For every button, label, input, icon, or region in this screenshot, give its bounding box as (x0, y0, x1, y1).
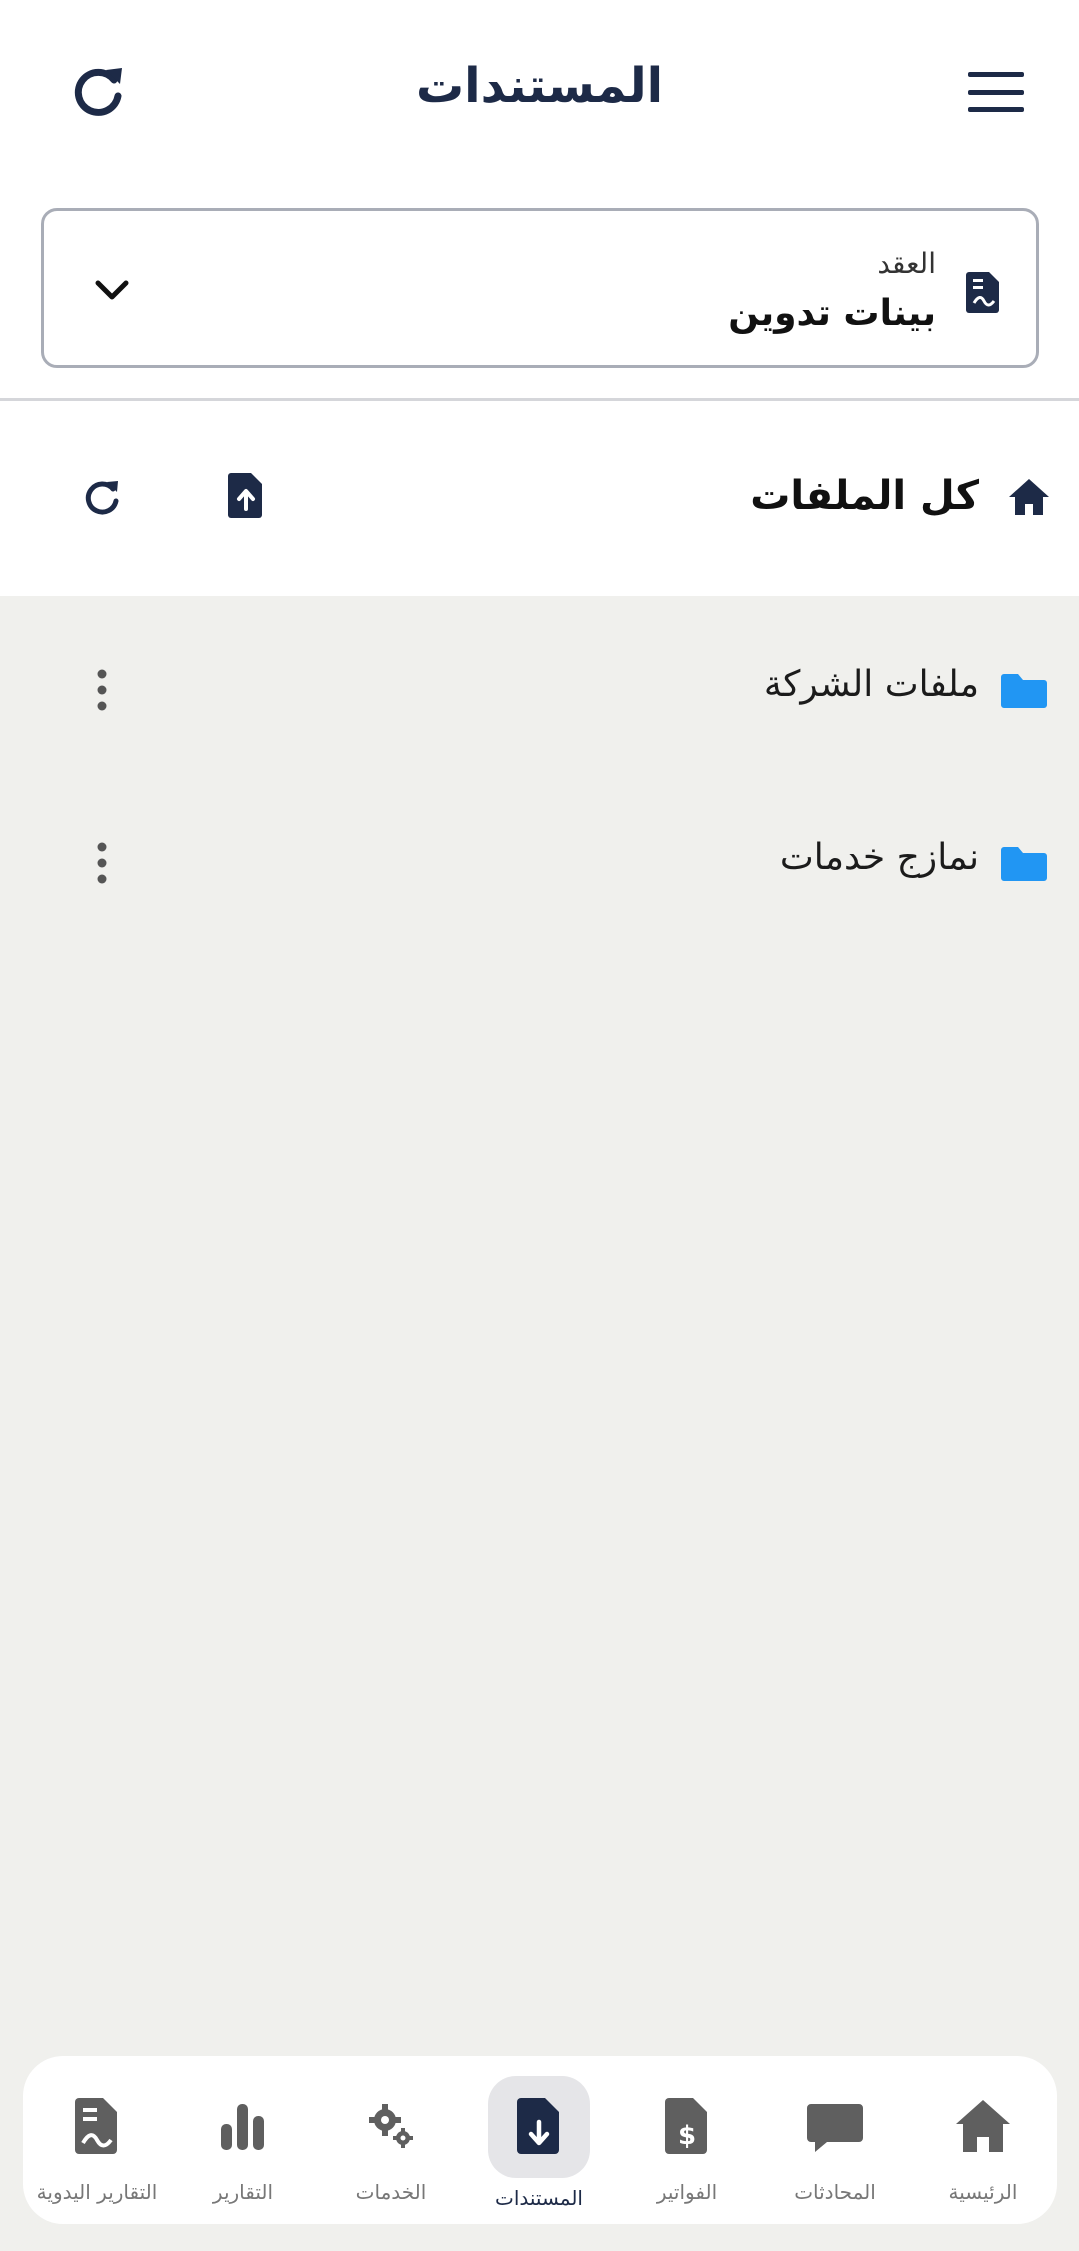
gears-icon (369, 2104, 413, 2148)
nav-item-manual-reports[interactable]: التقارير اليدوية (23, 2056, 171, 2224)
folder-icon (1001, 674, 1047, 708)
nav-item-reports[interactable]: التقارير (169, 2056, 317, 2224)
files-toolbar: كل الملفات (0, 401, 1079, 596)
list-item[interactable]: ملفات الشركة (0, 596, 1079, 769)
more-vertical-icon[interactable] (92, 841, 112, 885)
refresh-icon[interactable] (68, 62, 128, 122)
file-report-icon (75, 2098, 117, 2154)
file-download-icon (517, 2098, 559, 2154)
contract-document-icon (966, 272, 999, 313)
top-header: المستندات العقد بينات تدوين (0, 0, 1079, 400)
nav-item-home[interactable]: الرئيسية (909, 2056, 1057, 2224)
bottom-navigation: الرئيسية المحادثات $ الفواتير المستندات (23, 2056, 1057, 2224)
folder-name: نمازج خدمات (779, 837, 979, 878)
nav-label: الرئيسية (948, 2180, 1018, 2204)
list-item[interactable]: نمازج خدمات (0, 769, 1079, 942)
home-icon[interactable] (1007, 477, 1051, 517)
nav-label: التقارير (212, 2180, 274, 2204)
contract-selector[interactable]: العقد بينات تدوين (41, 208, 1039, 368)
home-icon (956, 2100, 1010, 2152)
folder-icon (1001, 847, 1047, 881)
documents-screen: المستندات العقد بينات تدوين كل الملفات م… (0, 0, 1079, 2251)
file-upload-icon[interactable] (228, 471, 264, 519)
more-vertical-icon[interactable] (92, 668, 112, 712)
folder-name: ملفات الشركة (763, 664, 979, 705)
nav-item-services[interactable]: الخدمات (317, 2056, 465, 2224)
nav-item-documents[interactable]: المستندات (465, 2056, 613, 2224)
nav-label: الخدمات (355, 2180, 427, 2204)
contract-value: بينات تدوين (728, 293, 936, 334)
nav-label: الفواتير (656, 2180, 718, 2204)
nav-label: المحادثات (794, 2180, 876, 2204)
nav-item-invoices[interactable]: $ الفواتير (613, 2056, 761, 2224)
page-title: المستندات (415, 58, 664, 114)
bar-chart-icon (221, 2104, 264, 2150)
folder-list: ملفات الشركة نمازج خدمات (0, 596, 1079, 942)
nav-label: المستندات (494, 2186, 583, 2210)
contract-label: العقد (877, 247, 936, 280)
refresh-icon[interactable] (82, 477, 122, 517)
nav-label: التقارير اليدوية (36, 2180, 158, 2204)
chevron-down-icon[interactable] (92, 275, 132, 303)
svg-text:$: $ (678, 2121, 696, 2151)
breadcrumb-all-files[interactable]: كل الملفات (750, 473, 979, 519)
chat-icon (807, 2104, 863, 2152)
invoice-dollar-icon: $ (665, 2098, 707, 2154)
nav-item-chats[interactable]: المحادثات (761, 2056, 909, 2224)
